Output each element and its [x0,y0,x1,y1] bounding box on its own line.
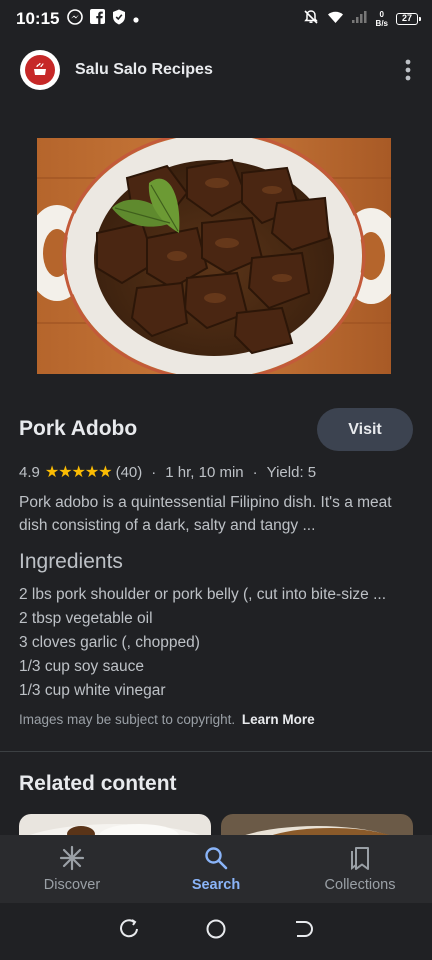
recipe-title: Pork Adobo [19,417,138,440]
home-circle-icon [206,919,226,939]
notifications-off-icon [303,9,319,30]
facebook-icon [90,9,106,29]
ingredient-item: 2 tbsp vegetable oil [19,610,153,627]
ingredient-item: 1/3 cup white vinegar [19,682,166,699]
nav-label-search: Search [191,877,241,893]
review-count: (40) [115,463,143,481]
back-icon [296,921,314,937]
bottom-navigation: Discover Search Collections [0,835,432,903]
recent-apps-button[interactable] [118,918,140,945]
copyright-notice: Images may be subject to copyright. Lear… [19,712,315,727]
nav-label-discover: Discover [43,877,101,893]
learn-more-link[interactable]: Learn More [242,712,315,727]
rating-stars: ★★★★★ [44,464,113,481]
cooking-pot-icon [25,55,55,85]
rating-value: 4.9 [19,463,40,481]
battery-indicator: 27 [396,13,421,25]
notification-icons [67,8,140,30]
collections-icon [351,847,369,870]
nav-search[interactable]: Search [144,835,288,903]
copyright-text: Images may be subject to copyright. [19,712,236,727]
status-time: 10:15 [16,9,60,28]
visit-button[interactable]: Visit [317,408,413,451]
ingredient-item: 2 lbs pork shoulder or pork belly (, cut… [19,586,386,603]
more-options-button[interactable] [396,50,420,90]
home-button[interactable] [205,918,227,945]
recent-apps-icon [119,919,138,938]
system-navigation [0,903,432,960]
network-speed: 0 B/s [376,10,388,28]
search-icon [205,847,228,870]
wifi-icon [327,10,344,29]
source-name[interactable]: Salu Salo Recipes [75,61,213,79]
shield-icon [112,9,126,30]
section-divider [0,751,432,752]
related-content-heading: Related content [19,772,177,795]
nav-label-collections: Collections [324,877,396,893]
status-right-icons: 0 B/s 27 [303,9,421,30]
source-header: Salu Salo Recipes [20,50,420,90]
nav-discover[interactable]: Discover [0,835,144,903]
status-bar: 10:15 0 B/s 27 [0,0,432,38]
ingredient-item: 1/3 cup soy sauce [19,658,144,675]
recipe-image[interactable] [37,138,391,374]
back-button[interactable] [292,918,314,945]
recipe-meta: 4.9 ★★★★★ (40) · 1 hr, 10 min · Yield: 5 [19,462,316,482]
cook-time: 1 hr, 10 min [165,463,244,481]
separator-dot: · [252,463,258,481]
messenger-icon [67,8,84,30]
asterisk-icon [59,845,85,871]
network-speed-value: 0 [379,10,384,19]
separator-dot: · [151,463,157,481]
signal-icon [351,10,368,28]
more-vert-icon [405,59,411,81]
nav-collections[interactable]: Collections [288,835,432,903]
ingredient-item: 3 cloves garlic (, chopped) [19,634,200,651]
notification-dot-icon [133,10,140,28]
recipe-description: Pork adobo is a quintessential Filipino … [19,494,392,534]
source-logo[interactable] [20,50,60,90]
recipe-yield: Yield: 5 [266,463,317,481]
network-speed-unit: B/s [375,19,388,28]
ingredients-heading: Ingredients [19,550,123,573]
ingredients-list: 2 lbs pork shoulder or pork belly (, cut… [19,583,419,703]
